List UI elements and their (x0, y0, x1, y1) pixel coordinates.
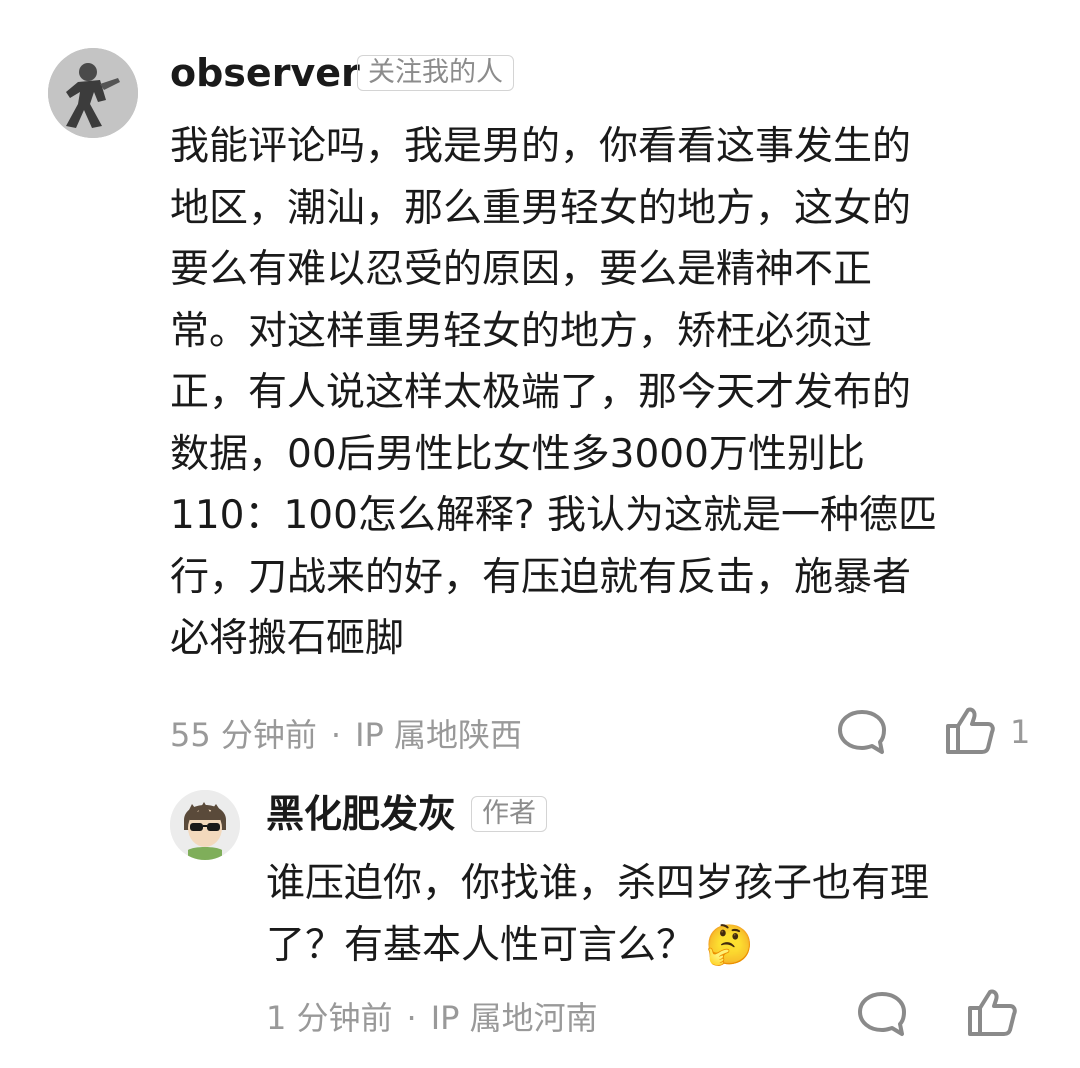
avatar-reply-author[interactable] (170, 790, 240, 860)
reply-author-name[interactable]: 黑化肥发灰 (266, 792, 456, 836)
thinking-emoji: 🤔 (705, 922, 754, 968)
reply-reply-button[interactable] (856, 990, 908, 1038)
comment-text-line: 必将搬石砸脚 (170, 616, 405, 661)
like-count: 1 (1010, 713, 1031, 751)
comment-meta: 55 分钟前 · IP 属地陕西 (170, 715, 522, 755)
comment-text-line: 行，刀战来的好，有压迫就有反击，施暴者 (170, 554, 912, 600)
avatar-image (48, 48, 138, 138)
comment-time: 55 分钟前 (170, 716, 317, 754)
reply-text-line: 谁压迫你，你找谁，杀四岁孩子也有理 (266, 861, 930, 906)
comment-text-line: 地区，潮汕，那么重男轻女的地方，这女的 (170, 185, 912, 231)
comment-text-line: 我能评论吗，我是男的，你看看这事发生的 (170, 124, 912, 169)
reply-text-line-content: 了？有基本人性可言么？ (266, 922, 696, 968)
reply-text: 谁压迫你，你找谁，杀四岁孩子也有理 了？有基本人性可言么？ 🤔 (266, 853, 929, 976)
comment-bubble-icon (838, 710, 886, 754)
thumbs-up-icon (946, 707, 995, 754)
reply-button[interactable] (836, 708, 888, 756)
reply-meta: 1 分钟前 · IP 属地河南 (266, 998, 598, 1038)
meta-separator: · (330, 716, 342, 754)
meta-separator: · (406, 999, 417, 1037)
comment-author-name[interactable]: observer (170, 50, 360, 96)
reply-ip-location: IP 属地河南 (430, 999, 598, 1037)
comment-text-line: 要么有难以忍受的原因，要么是精神不正 (170, 247, 873, 292)
like-button[interactable] (944, 704, 996, 756)
thumbs-up-icon (968, 989, 1017, 1036)
comment-text-line: 常。对这样重男轻女的地方，矫枉必须过 (170, 308, 873, 354)
reply-text-line: 了？有基本人性可言么？ 🤔 (266, 915, 929, 977)
comment-text-line: 正，有人说这样太极端了，那今天才发布的 (170, 370, 912, 415)
reply-time: 1 分钟前 (266, 999, 393, 1037)
comment-text-line: 数据，00后男性比女性多3000万性别比 (170, 431, 865, 477)
comment-text-line: 110：100怎么解释? 我认为这就是一种德匹 (170, 493, 937, 538)
author-badge: 作者 (471, 796, 547, 832)
comment-bubble-icon (858, 992, 906, 1036)
follower-badge: 关注我的人 (357, 55, 514, 91)
comment-ip-location: IP 属地陕西 (355, 716, 522, 754)
avatar-image (170, 790, 240, 860)
comment-text: 我能评论吗，我是男的，你看看这事发生的 地区，潮汕，那么重男轻女的地方，这女的 … (170, 116, 937, 670)
avatar-observer[interactable] (48, 48, 138, 138)
reply-like-button[interactable] (966, 986, 1018, 1038)
